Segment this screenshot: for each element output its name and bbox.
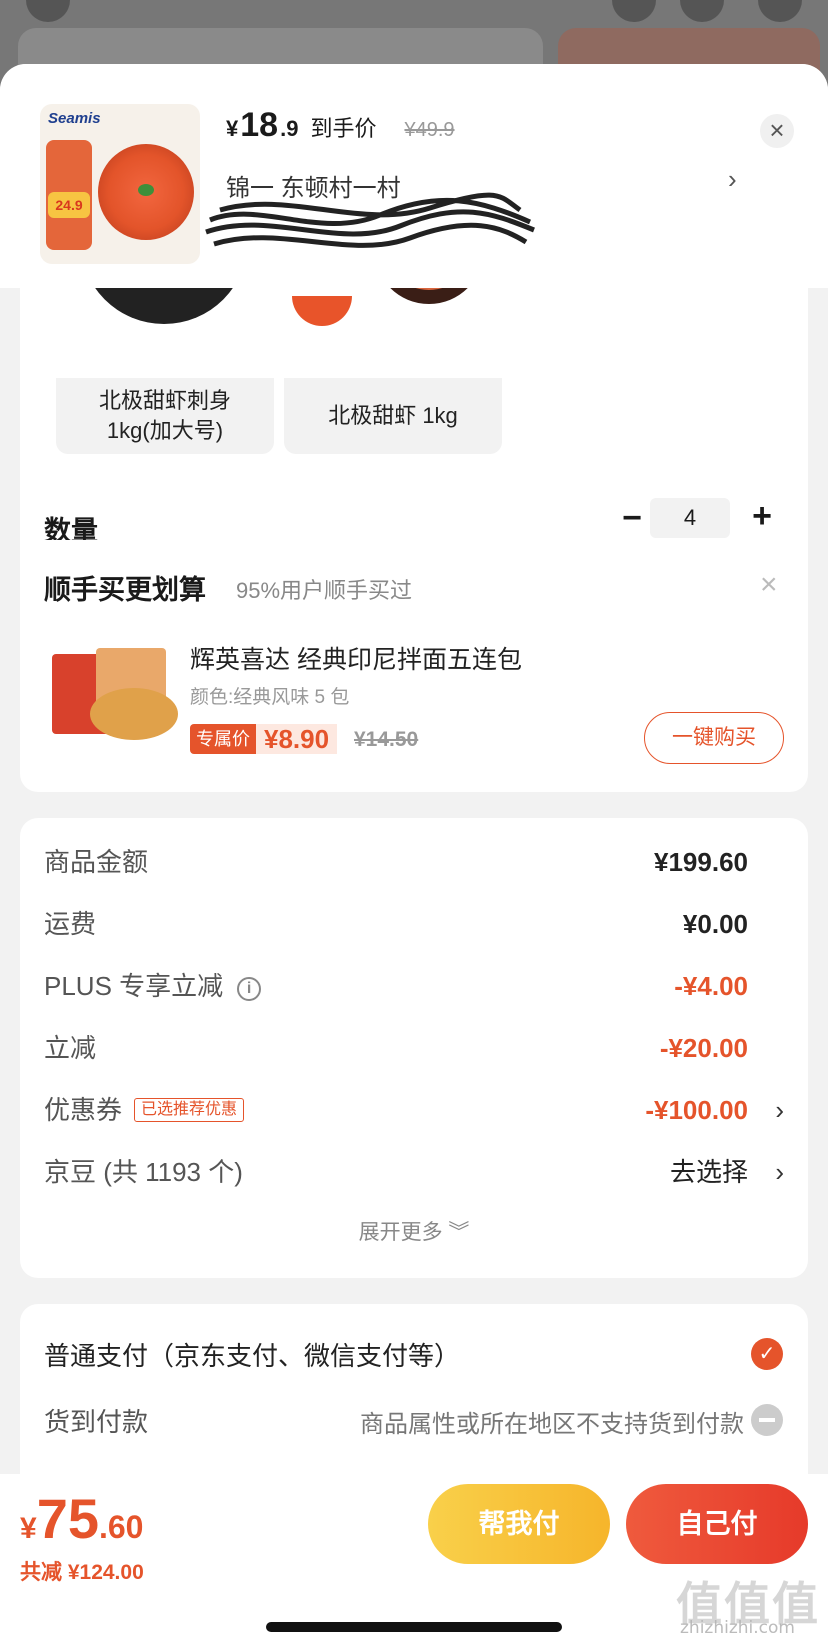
thumbnail-price-badge: 24.9 <box>48 192 90 218</box>
payment-option-cod[interactable]: 货到付款 <box>44 1402 148 1439</box>
variant-label: 北极甜虾刺身 1kg(加大号) <box>98 388 231 443</box>
upsell-title: 顺手买更划算 <box>44 575 206 605</box>
upsell-price-tag: 专属价 ¥8.90 <box>190 722 338 756</box>
payment-option-normal[interactable]: 普通支付（京东支付、微信支付等） <box>44 1336 460 1373</box>
price-breakdown-card: 商品金额 ¥199.60 运费 ¥0.00 PLUS 专享立减 i -¥4.00 … <box>20 818 808 1278</box>
price-currency: ¥ <box>226 116 239 141</box>
watermark-url: zhizhizhi.com <box>680 1618 795 1638</box>
help-me-pay-button[interactable]: 帮我付 <box>428 1484 610 1564</box>
thumbnail-shrimp-plate <box>98 144 194 240</box>
expand-more-button[interactable]: 展开更多 ︾ <box>20 1216 808 1246</box>
row-label: 运费 <box>44 909 97 939</box>
total-integer: 75 <box>36 1487 99 1550</box>
quantity-minus-button[interactable]: − <box>614 498 650 538</box>
coupon-row[interactable]: 优惠券 已选推荐优惠 -¥100.00 › <box>20 1090 808 1130</box>
address-redaction-scribble <box>205 192 535 248</box>
background-icon <box>612 0 656 22</box>
cod-unavailable-note: 商品属性或所在地区不支持货到付款 <box>360 1411 744 1438</box>
row-label: 商品金额 <box>44 847 149 877</box>
upsell-close-icon[interactable]: × <box>760 568 778 602</box>
row-label: 优惠券 已选推荐优惠 <box>44 1090 245 1130</box>
chevron-right-icon[interactable]: › <box>775 1152 784 1192</box>
row-value: -¥20.00 <box>659 1033 748 1063</box>
row-label: 京豆 (共 1193 个) <box>44 1157 243 1187</box>
background-icon <box>680 0 724 22</box>
product-thumbnail: Seamis 24.9 <box>40 104 200 264</box>
breakdown-row: 立减 -¥20.00 <box>20 1028 808 1068</box>
chevron-right-icon[interactable]: › <box>775 1090 784 1130</box>
coupon-label: 优惠券 <box>44 1095 123 1125</box>
exclusive-price-label: 专属价 <box>190 724 256 754</box>
disabled-icon <box>751 1404 783 1436</box>
total-currency: ¥ <box>20 1512 37 1545</box>
upsell-product-spec: 颜色:经典风味 5 包 <box>190 687 350 708</box>
thumbnail-brand-logo: Seamis <box>48 110 101 127</box>
chevron-right-icon[interactable]: › <box>728 164 737 195</box>
total-decimal: .60 <box>98 1509 144 1545</box>
close-button[interactable]: × <box>760 114 794 148</box>
breakdown-row: 运费 ¥0.00 <box>20 904 808 944</box>
upsell-price: ¥8.90 <box>256 724 338 754</box>
row-label: PLUS 专享立减 i <box>44 966 262 1006</box>
price-integer: 18 <box>240 106 279 144</box>
one-click-buy-button[interactable]: 一键购买 <box>644 712 784 764</box>
row-value[interactable]: 去选择 <box>670 1152 748 1192</box>
variant-label: 北极甜虾 1kg <box>328 403 458 428</box>
checkout-sheet: Seamis 24.9 ¥ 18 .9 到手价 ¥49.9 锦一 东顿村一村 ×… <box>0 64 828 1643</box>
plus-discount-label: PLUS 专享立减 <box>44 971 224 1001</box>
quantity-plus-button[interactable]: + <box>744 496 780 536</box>
quantity-input[interactable]: 4 <box>650 498 730 538</box>
row-value: -¥100.00 <box>645 1095 748 1125</box>
pay-myself-button[interactable]: 自己付 <box>626 1484 808 1564</box>
coupon-tag: 已选推荐优惠 <box>134 1098 245 1122</box>
upsell-product-name[interactable]: 辉英喜达 经典印尼拌面五连包 <box>190 640 522 676</box>
price-tag: 到手价 <box>310 116 377 141</box>
background-icon <box>758 0 802 22</box>
breakdown-row: PLUS 专享立减 i -¥4.00 <box>20 966 808 1006</box>
background-back-icon <box>26 0 70 22</box>
checkout-bottom-bar: ¥ 75 .60 共减 ¥124.00 帮我付 自己付 值值值 zhizhizh… <box>0 1474 828 1643</box>
check-icon[interactable]: ✓ <box>751 1338 783 1370</box>
upsell-original-price: ¥14.50 <box>354 728 419 751</box>
home-indicator[interactable] <box>266 1622 562 1632</box>
total-price: ¥ 75 .60 <box>20 1486 143 1551</box>
sheet-header: Seamis 24.9 ¥ 18 .9 到手价 ¥49.9 锦一 东顿村一村 ×… <box>0 64 828 288</box>
breakdown-row: 商品金额 ¥199.60 <box>20 842 808 882</box>
upsell-subtitle: 95%用户顺手买过 <box>236 578 413 603</box>
row-value: ¥0.00 <box>682 909 748 939</box>
row-value: ¥199.60 <box>654 847 748 877</box>
price-decimal: .9 <box>280 116 299 141</box>
upsell-card: 顺手买更划算 95%用户顺手买过 × 辉英喜达 经典印尼拌面五连包 颜色:经典风… <box>20 540 808 792</box>
upsell-product-image[interactable] <box>46 634 182 744</box>
original-price: ¥49.9 <box>404 119 455 141</box>
info-icon[interactable]: i <box>237 977 262 1001</box>
jingdou-row[interactable]: 京豆 (共 1193 个) 去选择 › <box>20 1152 808 1192</box>
row-label: 立减 <box>44 1033 97 1063</box>
total-saved: 共减 ¥124.00 <box>20 1561 144 1584</box>
header-price: ¥ 18 .9 到手价 ¥49.9 <box>226 106 455 145</box>
row-value: -¥4.00 <box>674 971 748 1001</box>
